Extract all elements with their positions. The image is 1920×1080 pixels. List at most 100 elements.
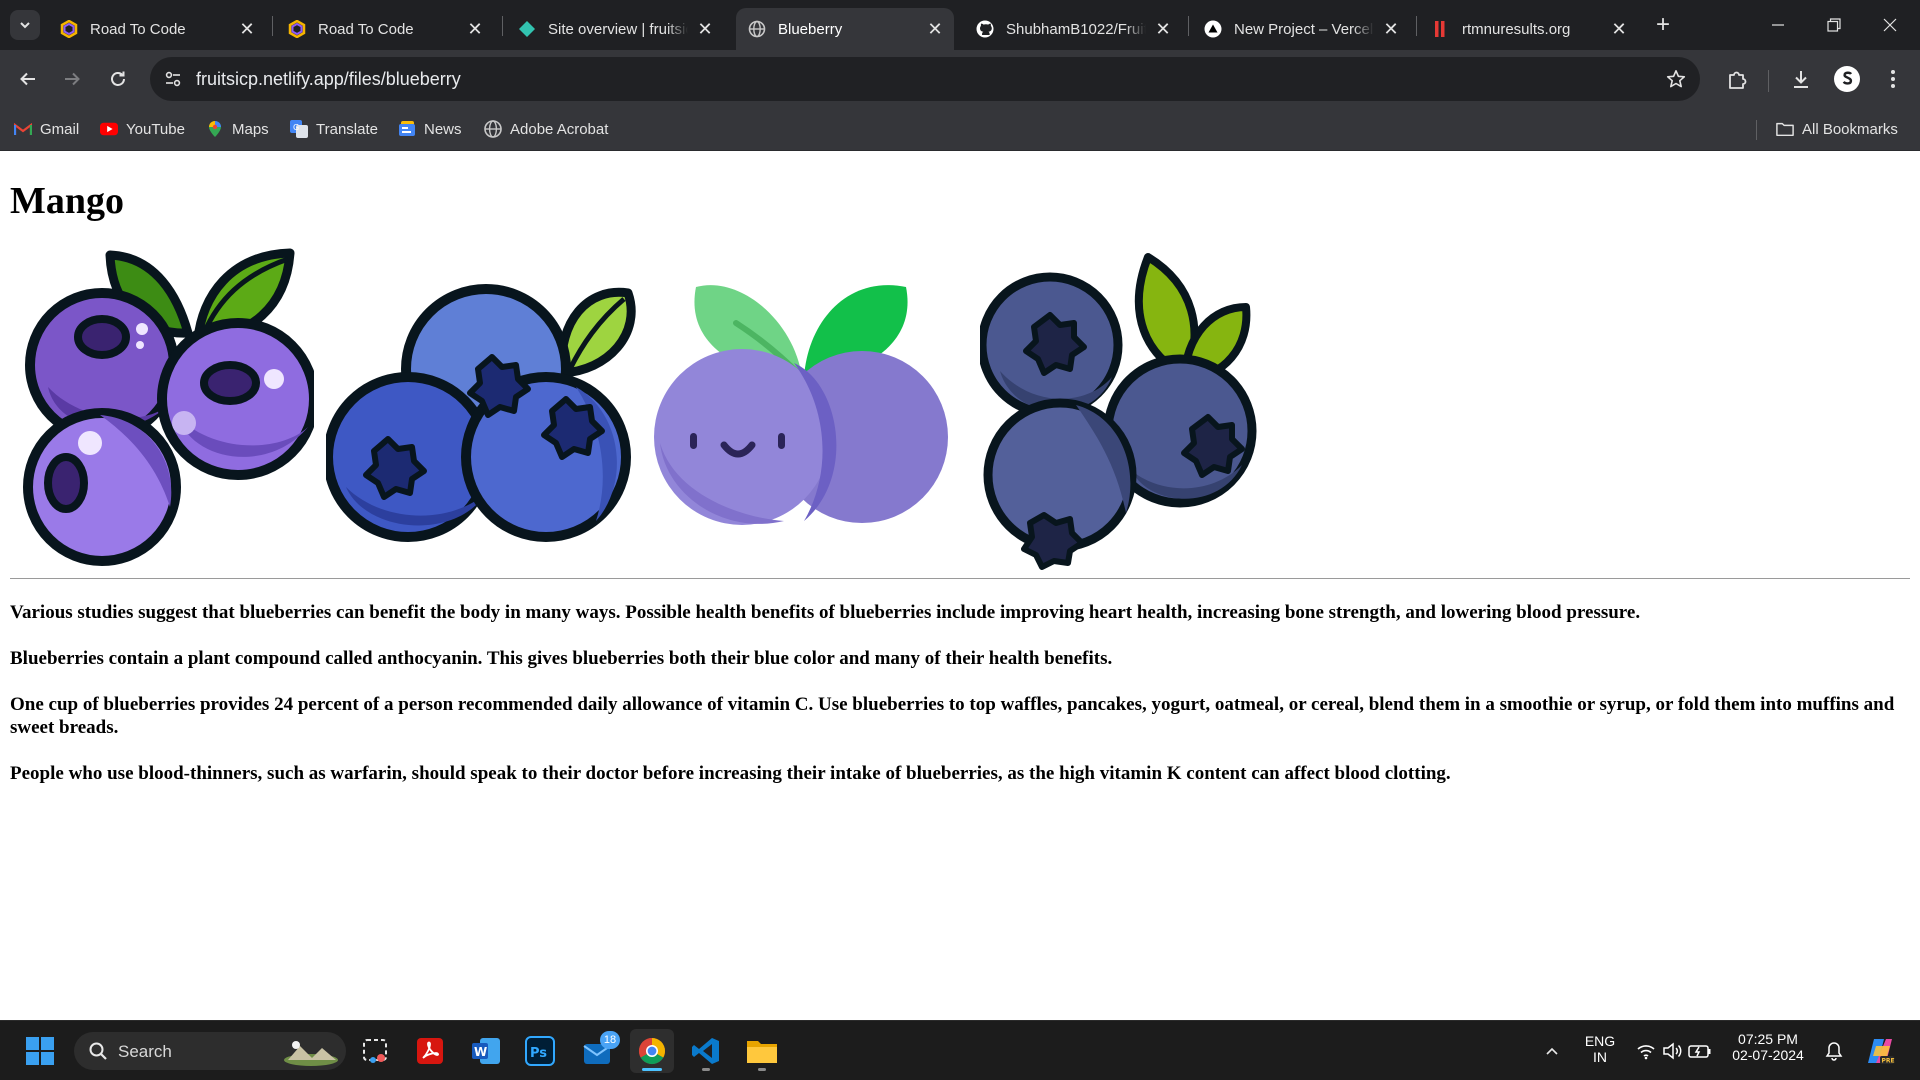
taskbar-file-explorer[interactable]: [740, 1029, 784, 1073]
new-tab-button[interactable]: +: [1650, 11, 1676, 38]
blueberry-image-1: [23, 248, 314, 566]
close-tab-icon[interactable]: ✕: [1382, 19, 1400, 39]
taskbar-snipping-tool[interactable]: [354, 1029, 398, 1073]
bookmarks-divider: [1756, 120, 1757, 140]
tab-title: Blueberry: [778, 20, 843, 38]
tab-title: New Project – Vercel: [1234, 20, 1374, 38]
show-hidden-icons-button[interactable]: [1530, 1029, 1574, 1073]
paragraph-1: Various studies suggest that blueberries…: [10, 602, 1641, 623]
site-info-button[interactable]: [158, 64, 188, 94]
taskbar-acrobat-reader[interactable]: [408, 1029, 452, 1073]
chevron-down-icon: [20, 22, 30, 29]
taskbar-search-box[interactable]: Search: [74, 1032, 346, 1070]
running-indicator: [642, 1068, 662, 1071]
tab-divider: [272, 16, 273, 36]
back-button[interactable]: [12, 63, 44, 95]
all-bookmarks-button[interactable]: All Bookmarks: [1776, 118, 1898, 140]
tab-road-to-code-1[interactable]: Road To Code ✕: [48, 8, 266, 50]
wifi-icon: [1637, 1045, 1655, 1060]
bookmark-label: YouTube: [126, 120, 185, 138]
tab-vercel[interactable]: New Project – Vercel ✕: [1192, 8, 1410, 50]
windows-taskbar: Search W Ps 18 ENG IN 07:25 PM 02-07-202…: [0, 1020, 1920, 1080]
close-tab-icon[interactable]: ✕: [466, 19, 484, 39]
taskbar-vscode[interactable]: [684, 1029, 728, 1073]
restore-button[interactable]: [1806, 0, 1862, 50]
puzzle-icon: [1729, 71, 1747, 89]
url-text[interactable]: fruitsicp.netlify.app/files/blueberry: [196, 69, 461, 90]
youtube-icon: [100, 120, 118, 138]
downloads-button[interactable]: [1786, 64, 1816, 94]
search-icon: [89, 1042, 107, 1060]
bookmarks-bar: Gmail YouTube Maps G Translate News Adob…: [0, 108, 1920, 151]
minimize-button[interactable]: [1750, 0, 1806, 50]
profile-avatar[interactable]: [1832, 64, 1862, 94]
copilot-button[interactable]: PRE: [1858, 1029, 1902, 1073]
language-indicator[interactable]: ENG IN: [1578, 1033, 1622, 1065]
all-bookmarks-label: All Bookmarks: [1802, 120, 1898, 138]
globe-favicon: [748, 20, 766, 38]
system-tray-status[interactable]: [1636, 1039, 1712, 1063]
clock-time: 07:25 PM: [1738, 1031, 1798, 1047]
bookmark-news[interactable]: News: [398, 118, 462, 140]
bookmark-adobe-acrobat[interactable]: Adobe Acrobat: [484, 118, 608, 140]
tab-blueberry[interactable]: Blueberry ✕: [736, 8, 954, 50]
tab-title: ShubhamB1022/Fruit: [1006, 20, 1146, 38]
taskbar-mail[interactable]: 18: [576, 1029, 620, 1073]
bookmark-label: Translate: [316, 120, 378, 138]
chevron-up-icon: [1546, 1047, 1558, 1055]
folder-icon: [747, 1041, 777, 1063]
svg-text:PRE: PRE: [1882, 1058, 1895, 1065]
tab-divider: [1416, 16, 1417, 36]
vscode-icon: [692, 1038, 719, 1064]
tab-rtmnu[interactable]: rtmnuresults.org ✕: [1420, 8, 1638, 50]
bookmark-translate[interactable]: G Translate: [290, 118, 378, 140]
bell-icon: [1825, 1042, 1843, 1061]
tab-github[interactable]: ShubhamB1022/Fruit ✕: [964, 8, 1182, 50]
paragraph-2: Blueberries contain a plant compound cal…: [10, 648, 1113, 669]
extensions-button[interactable]: [1722, 64, 1752, 94]
notifications-button[interactable]: [1816, 1029, 1852, 1073]
windows-logo-icon: [26, 1037, 54, 1065]
paragraph-3: One cup of blueberries provides 24 perce…: [10, 694, 1895, 738]
search-highlight-illustration-icon: [284, 1041, 338, 1066]
bookmark-gmail[interactable]: Gmail: [14, 118, 79, 140]
acrobat-icon: [484, 120, 502, 138]
start-button[interactable]: [18, 1029, 62, 1073]
mail-badge: 18: [600, 1031, 620, 1049]
close-tab-icon[interactable]: ✕: [1610, 19, 1628, 39]
chrome-menu-button[interactable]: [1878, 64, 1908, 94]
avatar: [1834, 66, 1860, 92]
svg-text:G: G: [293, 123, 299, 132]
tab-site-overview[interactable]: Site overview | fruitsic ✕: [506, 8, 724, 50]
close-tab-icon[interactable]: ✕: [696, 19, 714, 39]
tab-search-button[interactable]: [10, 10, 40, 40]
close-tab-icon[interactable]: ✕: [926, 19, 944, 39]
close-tab-icon[interactable]: ✕: [1154, 19, 1172, 39]
bookmark-star-button[interactable]: [1664, 67, 1688, 91]
taskbar-photoshop[interactable]: Ps: [518, 1029, 562, 1073]
taskbar-chrome[interactable]: [630, 1029, 674, 1073]
close-window-button[interactable]: [1862, 0, 1918, 50]
reload-icon: [111, 71, 125, 86]
minimize-icon: [1772, 24, 1784, 26]
github-favicon: [976, 20, 994, 38]
bookmark-maps[interactable]: Maps: [206, 118, 269, 140]
tab-road-to-code-2[interactable]: Road To Code ✕: [276, 8, 494, 50]
web-page: Mango Various studies suggest that blueb…: [0, 151, 1920, 1020]
gmail-icon: [14, 120, 32, 138]
address-bar[interactable]: fruitsicp.netlify.app/files/blueberry: [150, 57, 1700, 101]
blueberry-image-3: [654, 285, 948, 525]
taskbar-word[interactable]: W: [464, 1029, 508, 1073]
reload-button[interactable]: [102, 63, 134, 95]
toolbar-divider: [1768, 70, 1769, 92]
bookmark-youtube[interactable]: YouTube: [100, 118, 185, 140]
road-to-code-favicon: [60, 20, 78, 38]
clock[interactable]: 07:25 PM 02-07-2024: [1726, 1031, 1810, 1063]
forward-button[interactable]: [56, 63, 88, 95]
word-icon: W: [472, 1038, 500, 1064]
news-icon: [398, 120, 416, 138]
tab-strip: Road To Code ✕ Road To Code ✕ Site overv…: [0, 0, 1920, 50]
kebab-menu-icon: [1891, 70, 1895, 88]
close-tab-icon[interactable]: ✕: [238, 19, 256, 39]
bookmark-label: News: [424, 120, 462, 138]
